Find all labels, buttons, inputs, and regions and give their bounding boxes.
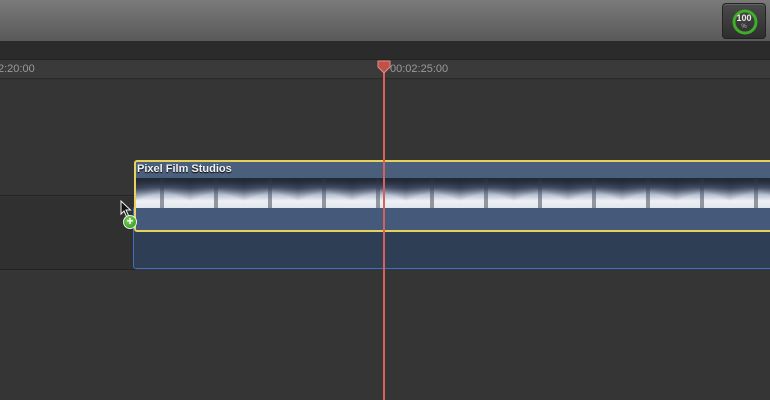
storyline-track-header [0, 197, 136, 270]
clip-title: Pixel Film Studios [137, 163, 232, 175]
filmstrip-thumbnail [568, 179, 622, 209]
green-plus-badge-icon: + [123, 215, 137, 229]
filmstrip-thumbnail [406, 179, 460, 209]
filmstrip-thumbnail [460, 179, 514, 209]
ruler-timecode: 00:02:25:00 [390, 63, 449, 75]
filmstrip-thumbnail [190, 179, 244, 209]
filmstrip-thumbnail [514, 179, 568, 209]
progress-value: 100 [736, 13, 752, 23]
connected-clip[interactable]: Pixel Film Studios [134, 160, 770, 232]
filmstrip-thumbnail [622, 179, 676, 209]
filmstrip-thumbnail [676, 179, 730, 209]
progress-unit: % [741, 24, 747, 30]
filmstrip-thumbnail [244, 179, 298, 209]
track-divider [0, 195, 136, 196]
ruler-timecode: 2:20:00 [0, 63, 35, 75]
filmstrip-thumbnail [136, 179, 190, 209]
filmstrip-thumbnail [730, 179, 770, 209]
playhead-line[interactable] [383, 72, 385, 400]
clip-filmstrip [136, 178, 770, 209]
timeline-header-strip [0, 42, 770, 60]
toolbar: 100 % [0, 0, 770, 42]
filmstrip-thumbnail [298, 179, 352, 209]
clip-audio-band [136, 208, 770, 230]
playhead-marker-icon[interactable] [377, 60, 391, 74]
background-tasks-progress[interactable]: 100 % [722, 3, 766, 39]
filmstrip-thumbnail [352, 179, 406, 209]
